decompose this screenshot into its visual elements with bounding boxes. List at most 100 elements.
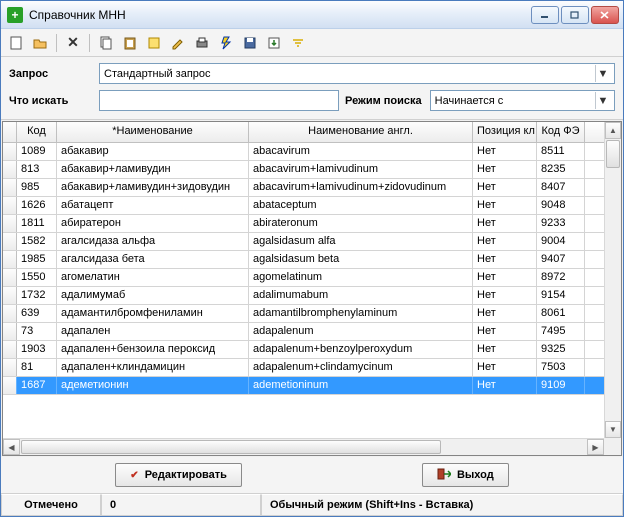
table-row[interactable]: 813абакавир+ламивудинabacavirum+lamivudi…: [3, 161, 621, 179]
separator: [89, 34, 90, 52]
cell-name: абакавир+ламивудин+зидовудин: [57, 179, 249, 196]
cell-code: 73: [17, 323, 57, 340]
table-row[interactable]: 1582агалсидаза альфаagalsidasum alfaНет9…: [3, 233, 621, 251]
col-code[interactable]: Код: [17, 122, 57, 142]
statusbar: Отмечено 0 Обычный режим (Shift+Ins - Вс…: [1, 494, 623, 516]
chevron-down-icon: ▼: [595, 92, 610, 109]
search-input[interactable]: [99, 90, 339, 111]
print-icon[interactable]: [193, 34, 211, 52]
button-row: ✔ Редактировать Выход: [1, 457, 623, 494]
query-value: Стандартный запрос: [104, 68, 211, 80]
table-row[interactable]: 1626абатацептabataceptumНет9048: [3, 197, 621, 215]
minimize-button[interactable]: [531, 6, 559, 24]
scroll-up-icon[interactable]: ▲: [605, 122, 621, 139]
horizontal-scrollbar[interactable]: ◀ ▶: [3, 438, 604, 455]
row-indicator: [3, 251, 17, 268]
cell-pos: Нет: [473, 161, 537, 178]
scroll-thumb[interactable]: [606, 140, 620, 168]
cell-name: адалимумаб: [57, 287, 249, 304]
row-indicator: [3, 215, 17, 232]
app-window: + Справочник МНН ✕: [0, 0, 624, 517]
new-icon[interactable]: [7, 34, 25, 52]
cell-pos: Нет: [473, 341, 537, 358]
cell-name: агалсидаза бета: [57, 251, 249, 268]
table-row[interactable]: 81адапален+клиндамицинadapalenum+clindam…: [3, 359, 621, 377]
exit-button[interactable]: Выход: [422, 463, 509, 487]
cell-name-en: adapalenum+benzoylperoxydum: [249, 341, 473, 358]
cell-code: 1985: [17, 251, 57, 268]
row-indicator-header[interactable]: [3, 122, 17, 142]
cell-pos: Нет: [473, 251, 537, 268]
cell-fe: 8972: [537, 269, 585, 286]
col-pos[interactable]: Позиция кл: [473, 122, 537, 142]
table-row[interactable]: 1089абакавирabacavirumНет8511: [3, 143, 621, 161]
cell-pos: Нет: [473, 305, 537, 322]
data-grid: Код *Наименование Наименование англ. Поз…: [2, 121, 622, 456]
ok-icon: ✔: [130, 470, 138, 481]
table-row[interactable]: 1985агалсидаза бетаagalsidasum betaНет94…: [3, 251, 621, 269]
window-title: Справочник МНН: [29, 8, 531, 22]
row-indicator: [3, 269, 17, 286]
filter-icon[interactable]: [289, 34, 307, 52]
cell-fe: 9325: [537, 341, 585, 358]
table-row[interactable]: 1687адеметионинademetioninumНет9109: [3, 377, 621, 395]
open-icon[interactable]: [31, 34, 49, 52]
cell-name: адеметионин: [57, 377, 249, 394]
cell-name-en: abacavirum: [249, 143, 473, 160]
search-form: Запрос Стандартный запрос ▼ Что искать Р…: [1, 57, 623, 120]
status-marked-count: 0: [101, 494, 261, 516]
row-indicator: [3, 287, 17, 304]
cell-name-en: abacavirum+lamivudinum: [249, 161, 473, 178]
table-row[interactable]: 1732адалимумабadalimumabumНет9154: [3, 287, 621, 305]
cell-name: абакавир+ламивудин: [57, 161, 249, 178]
grid-body: 1089абакавирabacavirumНет8511813абакавир…: [3, 143, 621, 455]
col-fe[interactable]: Код ФЭ: [537, 122, 585, 142]
cell-pos: Нет: [473, 323, 537, 340]
delete-icon[interactable]: ✕: [64, 34, 82, 52]
export-icon[interactable]: [265, 34, 283, 52]
row-indicator: [3, 341, 17, 358]
close-button[interactable]: [591, 6, 619, 24]
scroll-down-icon[interactable]: ▼: [605, 421, 621, 438]
cell-code: 1687: [17, 377, 57, 394]
table-row[interactable]: 73адапаленadapalenumНет7495: [3, 323, 621, 341]
query-select[interactable]: Стандартный запрос ▼: [99, 63, 615, 84]
row-indicator: [3, 143, 17, 160]
table-row[interactable]: 1811абиратеронabirateronumНет9233: [3, 215, 621, 233]
table-row[interactable]: 1903адапален+бензоила пероксидadapalenum…: [3, 341, 621, 359]
exit-button-label: Выход: [457, 469, 494, 481]
vertical-scrollbar[interactable]: ▲ ▼: [604, 122, 621, 438]
copy-icon[interactable]: [97, 34, 115, 52]
cell-fe: 9109: [537, 377, 585, 394]
edit-icon[interactable]: [169, 34, 187, 52]
maximize-icon: [570, 11, 580, 19]
col-name-en[interactable]: Наименование англ.: [249, 122, 473, 142]
edit-button-label: Редактировать: [145, 469, 227, 481]
cell-name: адапален+клиндамицин: [57, 359, 249, 376]
notes-icon[interactable]: [145, 34, 163, 52]
col-name[interactable]: *Наименование: [57, 122, 249, 142]
cell-fe: 7503: [537, 359, 585, 376]
row-indicator: [3, 197, 17, 214]
scroll-thumb[interactable]: [21, 440, 441, 454]
scroll-right-icon[interactable]: ▶: [587, 439, 604, 455]
table-row[interactable]: 985абакавир+ламивудин+зидовудинabacaviru…: [3, 179, 621, 197]
save-icon[interactable]: [241, 34, 259, 52]
scroll-left-icon[interactable]: ◀: [3, 439, 20, 455]
maximize-button[interactable]: [561, 6, 589, 24]
grid-header: Код *Наименование Наименование англ. Поз…: [3, 122, 621, 143]
table-row[interactable]: 639адамантилбромфениламинadamantilbromph…: [3, 305, 621, 323]
paste-icon[interactable]: [121, 34, 139, 52]
edit-button[interactable]: ✔ Редактировать: [115, 463, 242, 487]
toolbar: ✕: [1, 29, 623, 57]
cell-name: абиратерон: [57, 215, 249, 232]
cell-name: адапален: [57, 323, 249, 340]
row-indicator: [3, 179, 17, 196]
cell-name-en: abataceptum: [249, 197, 473, 214]
bolt-icon[interactable]: [217, 34, 235, 52]
cell-fe: 7495: [537, 323, 585, 340]
cell-fe: 9004: [537, 233, 585, 250]
mode-select[interactable]: Начинается с ▼: [430, 90, 615, 111]
cell-name-en: adapalenum+clindamycinum: [249, 359, 473, 376]
table-row[interactable]: 1550агомелатинagomelatinumНет8972: [3, 269, 621, 287]
